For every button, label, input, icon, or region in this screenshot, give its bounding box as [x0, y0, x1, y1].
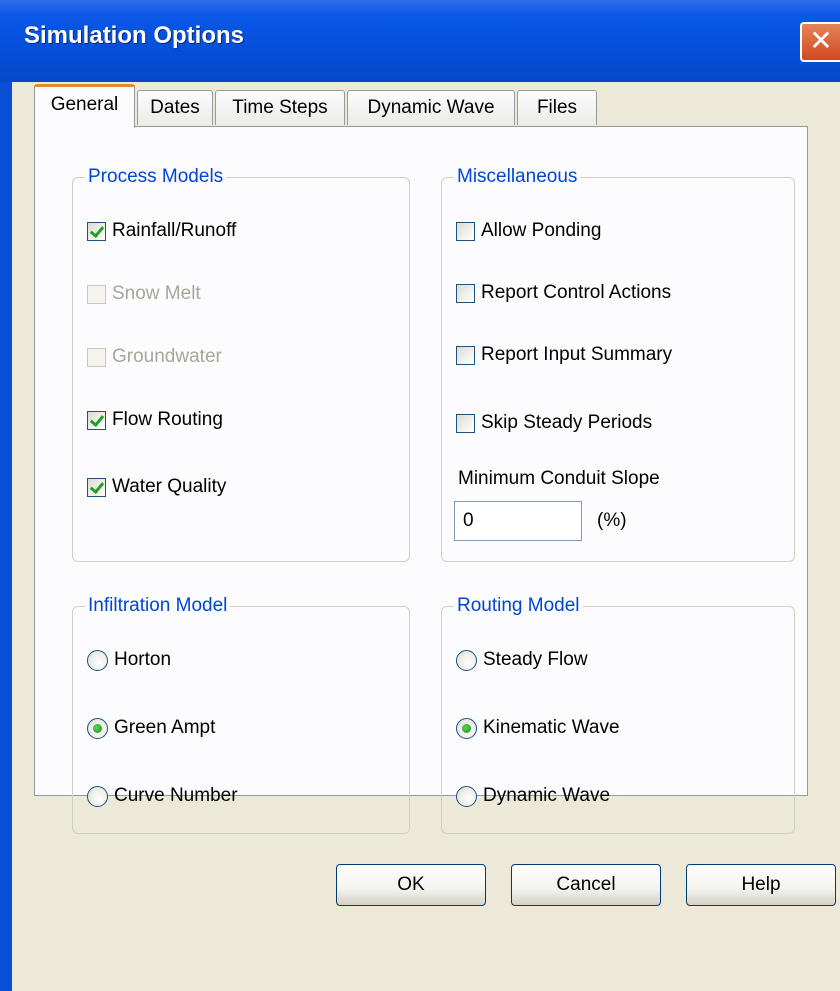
horton-radio[interactable]: Horton [87, 647, 171, 673]
radio-label: Curve Number [114, 785, 238, 806]
checkbox-label: Skip Steady Periods [481, 412, 653, 433]
window-frame [0, 82, 12, 991]
help-button[interactable]: Help [686, 864, 836, 906]
radio-label: Horton [114, 649, 172, 670]
process-models-group: Process Models Rainfall/Runoff Snow Melt… [72, 165, 410, 562]
report-input-summary-checkbox[interactable]: Report Input Summary [456, 342, 672, 368]
checkbox-label: Snow Melt [112, 283, 201, 304]
checkbox-label: Groundwater [112, 346, 222, 367]
checkbox-box[interactable] [87, 410, 106, 430]
checkbox-label: Allow Ponding [481, 220, 602, 241]
radio-button[interactable] [87, 717, 108, 739]
title-bar[interactable]: Simulation Options ✕ [0, 0, 840, 82]
checkbox-box[interactable] [456, 345, 475, 365]
routing-model-title: Routing Model [454, 594, 583, 618]
radio-label: Green Ampt [114, 717, 216, 738]
min-conduit-slope-unit: (%) [597, 510, 627, 531]
radio-button[interactable] [456, 649, 477, 671]
ok-button[interactable]: OK [336, 864, 486, 906]
routing-model-group: Routing Model Steady Flow Kinematic Wave… [441, 594, 795, 834]
checkbox-label: Flow Routing [112, 409, 223, 430]
infiltration-model-title: Infiltration Model [85, 594, 231, 618]
radio-button[interactable] [456, 717, 477, 739]
flow-routing-checkbox[interactable]: Flow Routing [87, 407, 223, 433]
tab-time-steps[interactable]: Time Steps [215, 90, 345, 125]
close-icon: ✕ [809, 24, 833, 57]
infiltration-model-group: Infiltration Model Horton Green Ampt Cur… [72, 594, 410, 834]
miscellaneous-title: Miscellaneous [454, 165, 581, 189]
min-conduit-slope-input[interactable]: 0 [454, 501, 582, 541]
skip-steady-periods-checkbox[interactable]: Skip Steady Periods [456, 410, 652, 436]
steady-flow-radio[interactable]: Steady Flow [456, 647, 588, 673]
checkbox-label: Report Input Summary [481, 344, 673, 365]
dynamic-wave-radio[interactable]: Dynamic Wave [456, 783, 610, 809]
checkbox-box[interactable] [87, 347, 106, 367]
checkbox-label: Report Control Actions [481, 282, 672, 303]
radio-button[interactable] [456, 785, 477, 807]
green-ampt-radio[interactable]: Green Ampt [87, 715, 215, 741]
min-conduit-slope-label: Minimum Conduit Slope [458, 468, 660, 489]
process-models-title: Process Models [85, 165, 227, 189]
rainfall-runoff-checkbox[interactable]: Rainfall/Runoff [87, 218, 236, 244]
miscellaneous-group: Miscellaneous Allow Ponding Report Contr… [441, 165, 795, 562]
window-title: Simulation Options [24, 22, 244, 49]
curve-number-radio[interactable]: Curve Number [87, 783, 238, 809]
close-button[interactable]: ✕ [800, 22, 840, 62]
checkbox-box[interactable] [456, 283, 475, 303]
checkbox-box[interactable] [87, 284, 106, 304]
groundwater-checkbox[interactable]: Groundwater [87, 344, 222, 370]
allow-ponding-checkbox[interactable]: Allow Ponding [456, 218, 601, 244]
cancel-button[interactable]: Cancel [511, 864, 661, 906]
radio-button[interactable] [87, 649, 108, 671]
simulation-options-dialog: Simulation Options ✕ General Dates Time … [0, 0, 840, 991]
radio-button[interactable] [87, 785, 108, 807]
tab-dynamic-wave[interactable]: Dynamic Wave [347, 90, 515, 125]
checkbox-box[interactable] [87, 221, 106, 241]
checkbox-box[interactable] [456, 413, 475, 433]
tab-dates[interactable]: Dates [137, 90, 213, 125]
snow-melt-checkbox[interactable]: Snow Melt [87, 281, 201, 307]
tab-general[interactable]: General [34, 84, 135, 128]
radio-label: Dynamic Wave [483, 785, 611, 806]
report-control-actions-checkbox[interactable]: Report Control Actions [456, 280, 671, 306]
checkbox-label: Rainfall/Runoff [112, 220, 237, 241]
general-tab-panel: Process Models Rainfall/Runoff Snow Melt… [34, 126, 808, 834]
kinematic-wave-radio[interactable]: Kinematic Wave [456, 715, 620, 741]
radio-label: Steady Flow [483, 649, 588, 670]
radio-label: Kinematic Wave [483, 717, 620, 738]
tab-files[interactable]: Files [517, 90, 597, 125]
water-quality-checkbox[interactable]: Water Quality [87, 474, 226, 500]
checkbox-label: Water Quality [112, 476, 227, 497]
checkbox-box[interactable] [456, 221, 475, 241]
checkbox-box[interactable] [87, 477, 106, 497]
